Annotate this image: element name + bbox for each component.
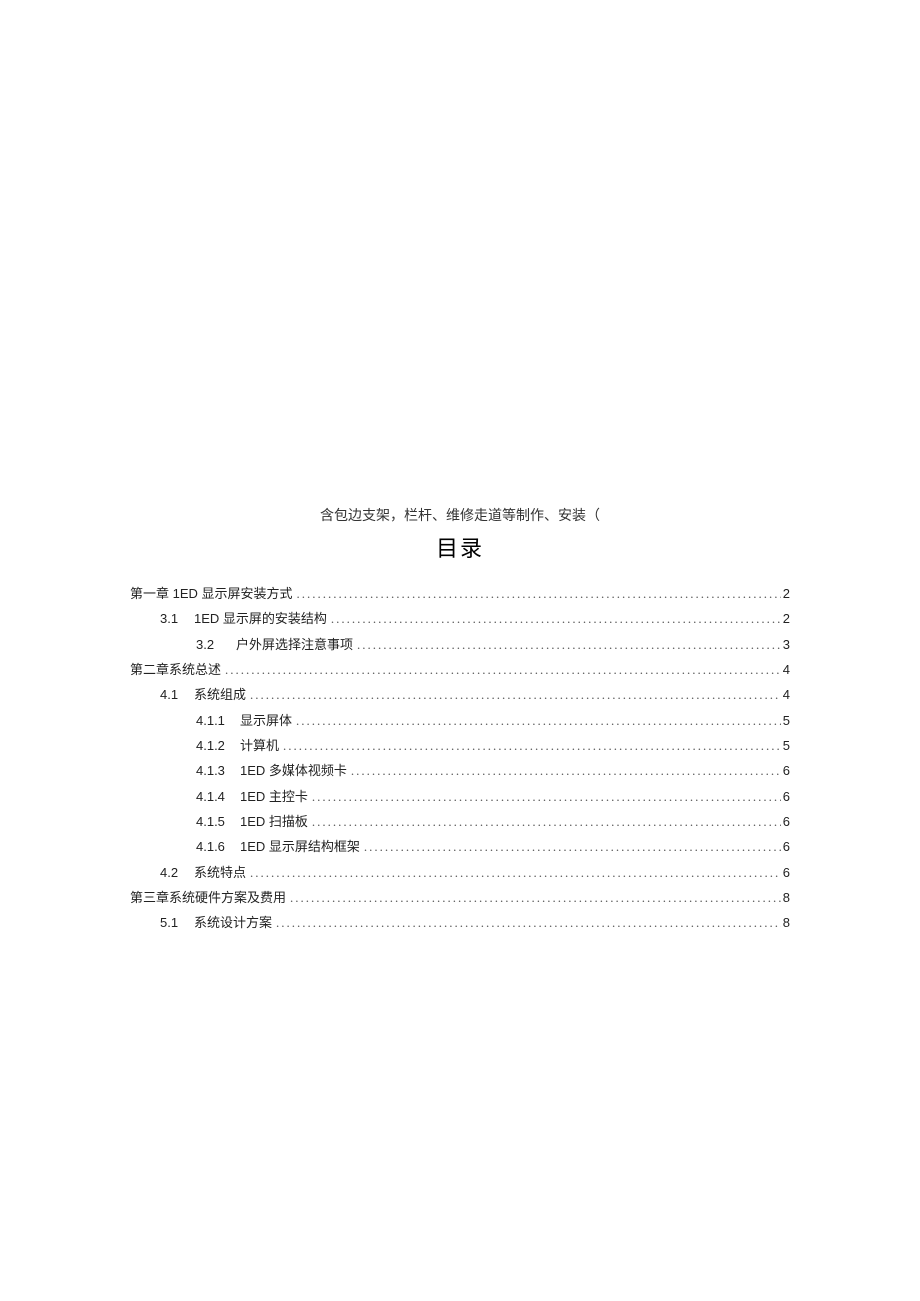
toc-entry-text: 1ED 显示屏结构框架	[240, 839, 360, 854]
toc-entry-number: 4.1	[160, 682, 194, 707]
toc-dots	[221, 657, 781, 682]
toc-entry: 5.1系统设计方案 8	[130, 910, 790, 935]
toc-entry: 3.11ED 显示屏的安装结构 2	[130, 606, 790, 631]
toc-entry: 4.1.1显示屏体 5	[130, 708, 790, 733]
toc-entry-page: 2	[781, 581, 790, 606]
toc-entry-page: 4	[781, 657, 790, 682]
toc-entry-label: 3.2户外屏选择注意事项	[196, 632, 353, 657]
toc-entry-text: 第二章系统总述	[130, 662, 221, 677]
toc-entry-label: 第三章系统硬件方案及费用	[130, 885, 286, 910]
toc-entry-text: 第三章系统硬件方案及费用	[130, 890, 286, 905]
toc-entry-number: 4.1.1	[196, 708, 240, 733]
toc-entry-text: 系统特点	[194, 865, 246, 880]
toc-dots	[279, 733, 781, 758]
toc-entry-number: 3.1	[160, 606, 194, 631]
toc-entry-text: 系统设计方案	[194, 915, 272, 930]
toc-entry-page: 6	[781, 834, 790, 859]
toc-dots	[292, 708, 781, 733]
toc-entry-page: 5	[781, 708, 790, 733]
toc-entry-label: 4.1.61ED 显示屏结构框架	[196, 834, 360, 859]
toc-entry: 4.1.51ED 扫描板 6	[130, 809, 790, 834]
toc-entry-label: 4.1.31ED 多媒体视频卡	[196, 758, 347, 783]
toc-entry-label: 第一章 1ED 显示屏安装方式	[130, 581, 293, 606]
toc-dots	[286, 885, 781, 910]
toc-entry: 4.1.41ED 主控卡 6	[130, 784, 790, 809]
toc-container: 第一章 1ED 显示屏安装方式23.11ED 显示屏的安装结构 23.2户外屏选…	[130, 581, 790, 936]
toc-entry-text: 系统组成	[194, 687, 246, 702]
toc-entry-page: 2	[781, 606, 790, 631]
toc-dots	[272, 910, 781, 935]
toc-dots	[246, 860, 781, 885]
document-subtitle: 含包边支架，栏杆、维修走道等制作、安装（	[130, 505, 790, 525]
toc-entry-number: 4.1.3	[196, 758, 240, 783]
toc-entry-number: 4.1.6	[196, 834, 240, 859]
toc-entry-label: 4.2系统特点	[160, 860, 246, 885]
toc-entry-page: 6	[781, 758, 790, 783]
toc-entry-page: 6	[781, 860, 790, 885]
toc-entry-number: 5.1	[160, 910, 194, 935]
toc-entry-label: 第二章系统总述	[130, 657, 221, 682]
toc-entry-number: 4.2	[160, 860, 194, 885]
toc-entry: 4.1系统组成 4	[130, 682, 790, 707]
toc-dots	[353, 632, 781, 657]
toc-entry: 4.1.2计算机 5	[130, 733, 790, 758]
toc-entry: 4.1.31ED 多媒体视频卡 6	[130, 758, 790, 783]
toc-entry-number: 4.1.2	[196, 733, 240, 758]
toc-entry-text: 第一章 1ED 显示屏安装方式	[130, 586, 293, 601]
toc-entry-text: 1ED 扫描板	[240, 814, 308, 829]
toc-entry: 4.2系统特点 6	[130, 860, 790, 885]
toc-entry-text: 1ED 主控卡	[240, 789, 308, 804]
toc-entry-page: 8	[781, 885, 790, 910]
toc-entry: 3.2户外屏选择注意事项 3	[130, 632, 790, 657]
toc-entry-text: 显示屏体	[240, 713, 292, 728]
toc-entry-number: 3.2	[196, 632, 236, 657]
toc-entry-text: 计算机	[240, 738, 279, 753]
toc-entry-page: 6	[781, 784, 790, 809]
toc-entry-label: 4.1系统组成	[160, 682, 246, 707]
toc-dots	[327, 606, 781, 631]
toc-entry-page: 4	[781, 682, 790, 707]
toc-entry: 第一章 1ED 显示屏安装方式 2	[130, 581, 790, 606]
toc-entry-text: 1ED 显示屏的安装结构	[194, 611, 327, 626]
toc-dots	[347, 758, 781, 783]
toc-dots	[308, 784, 781, 809]
toc-entry-label: 3.11ED 显示屏的安装结构	[160, 606, 327, 631]
toc-entry-label: 4.1.2计算机	[196, 733, 279, 758]
toc-entry-page: 3	[781, 632, 790, 657]
toc-entry-page: 5	[781, 733, 790, 758]
toc-dots	[246, 682, 781, 707]
toc-dots	[360, 834, 781, 859]
toc-entry: 4.1.61ED 显示屏结构框架 6	[130, 834, 790, 859]
toc-entry-label: 4.1.1显示屏体	[196, 708, 292, 733]
toc-heading: 目录	[130, 531, 790, 563]
toc-entry-number: 4.1.4	[196, 784, 240, 809]
toc-entry-text: 户外屏选择注意事项	[236, 637, 353, 652]
toc-entry: 第三章系统硬件方案及费用 8	[130, 885, 790, 910]
toc-entry: 第二章系统总述 4	[130, 657, 790, 682]
toc-entry-page: 8	[781, 910, 790, 935]
toc-entry-number: 4.1.5	[196, 809, 240, 834]
toc-entry-label: 4.1.41ED 主控卡	[196, 784, 308, 809]
toc-dots	[308, 809, 781, 834]
document-content: 含包边支架，栏杆、维修走道等制作、安装（ 目录 第一章 1ED 显示屏安装方式 2…	[130, 505, 790, 936]
toc-entry-text: 1ED 多媒体视频卡	[240, 763, 347, 778]
toc-entry-label: 5.1系统设计方案	[160, 910, 272, 935]
toc-dots	[293, 581, 781, 606]
toc-entry-label: 4.1.51ED 扫描板	[196, 809, 308, 834]
toc-entry-page: 6	[781, 809, 790, 834]
